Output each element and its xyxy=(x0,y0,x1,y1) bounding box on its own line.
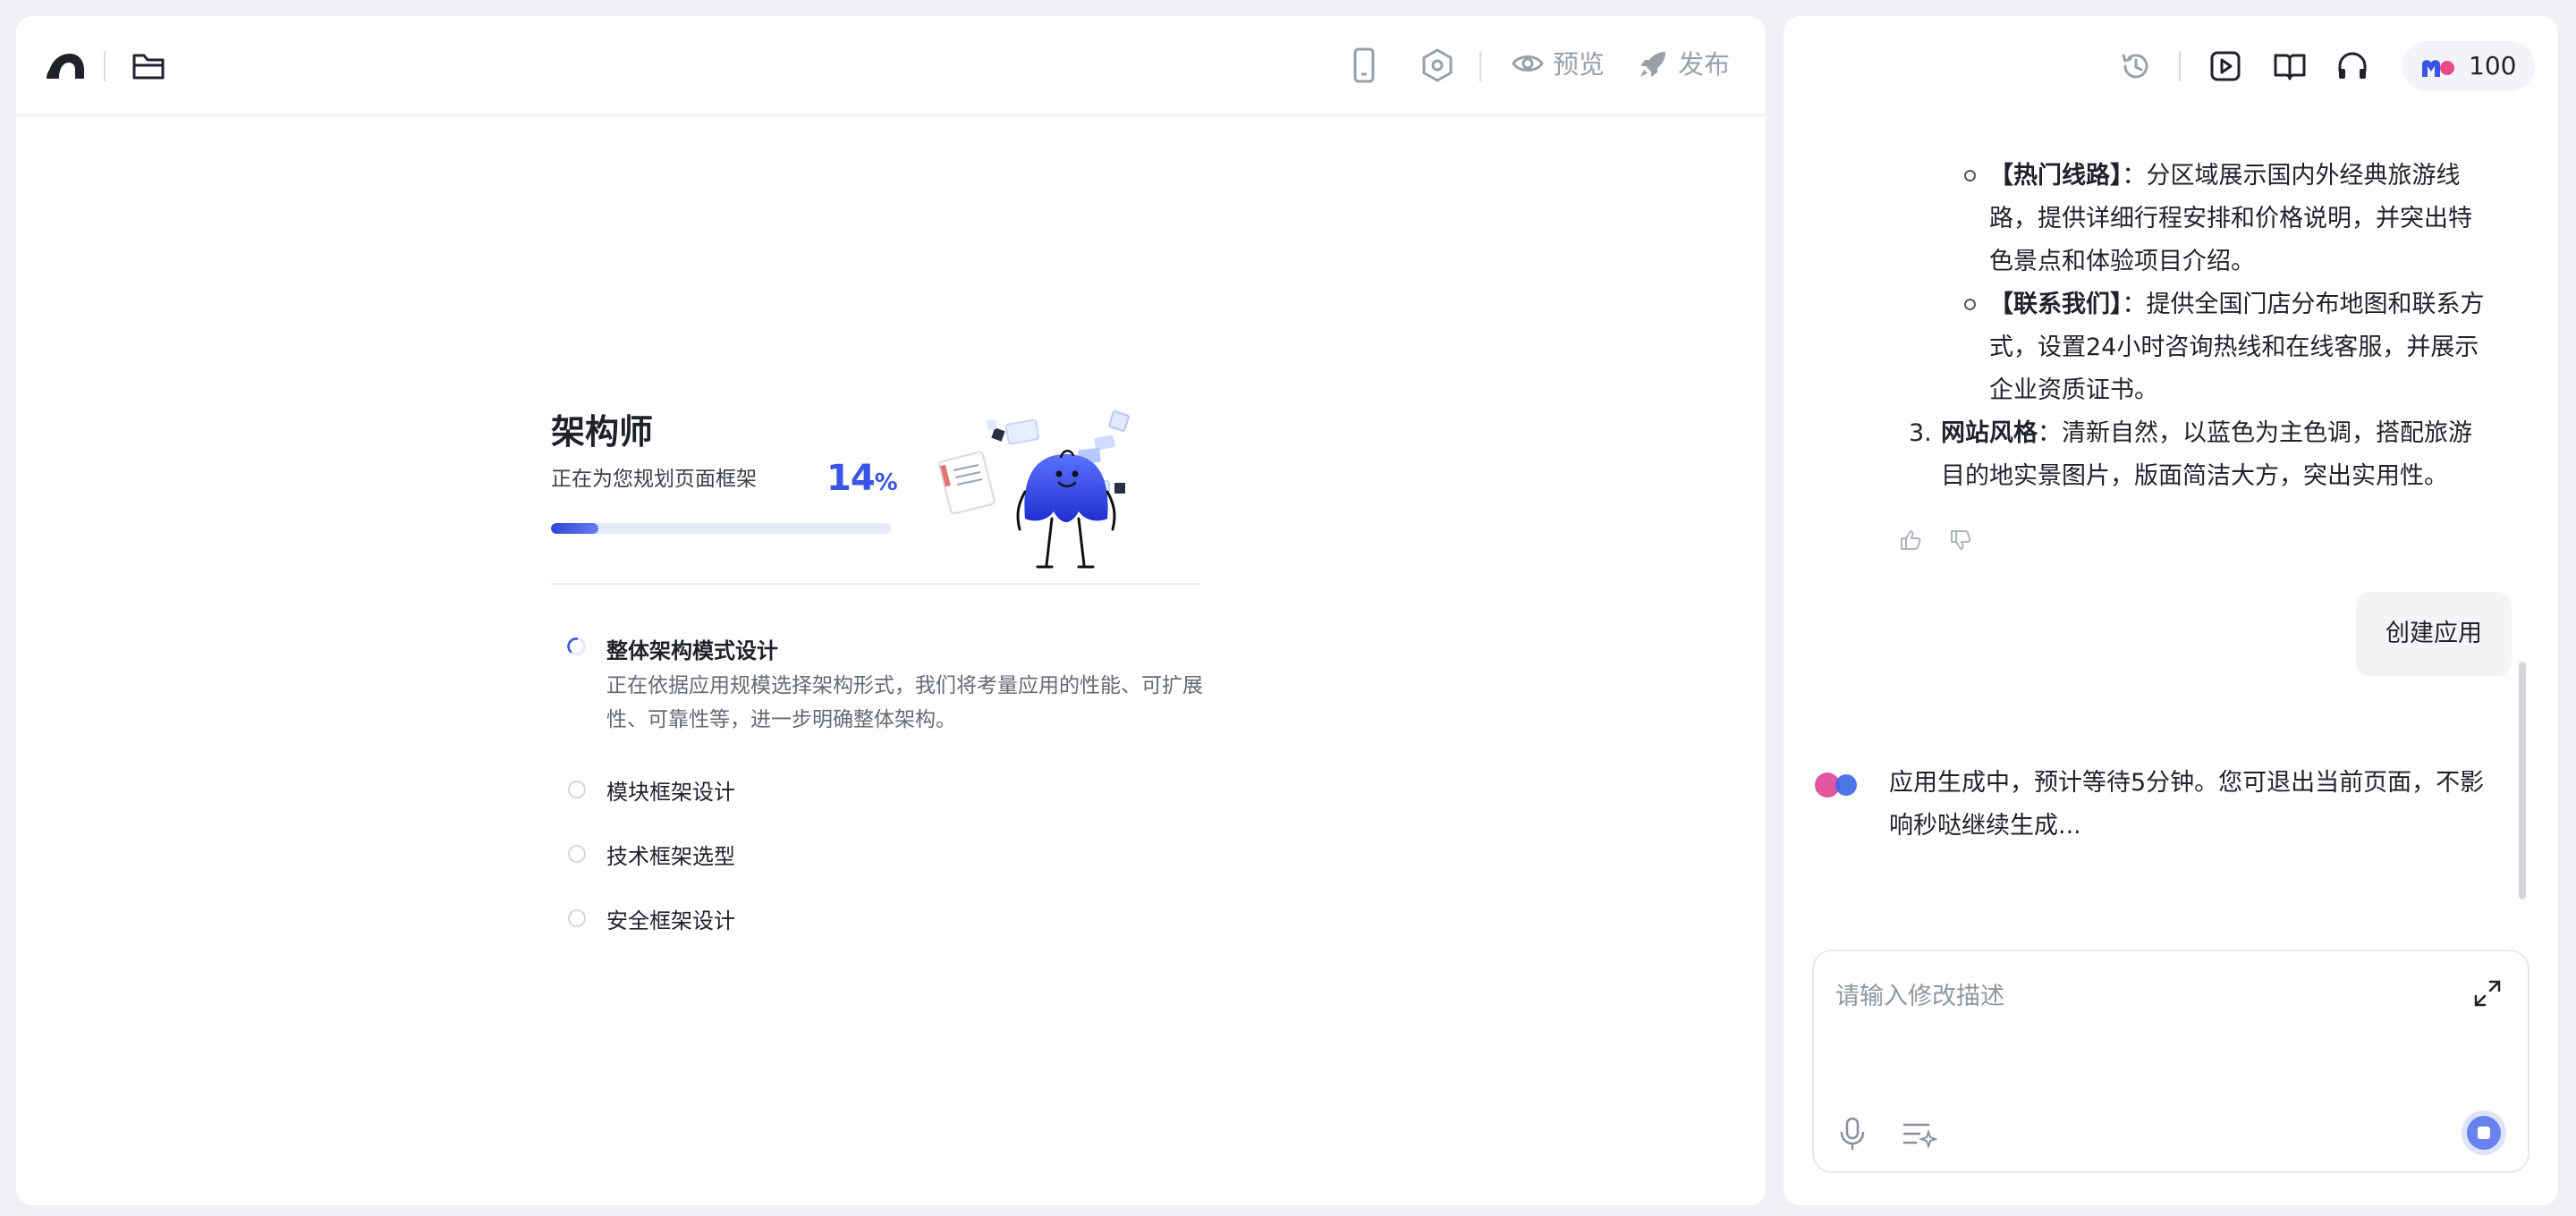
chat-numbered-item-style: 网站风格：清新自然，以蓝色为主色调，搭配旅游 目的地实景图片，版面简洁大方，突出… xyxy=(1941,412,2522,498)
stop-inner-circle xyxy=(2467,1116,2501,1150)
prompt-list-icon[interactable] xyxy=(1902,1119,1937,1150)
progress-card-title: 架构师 xyxy=(551,412,654,452)
chat-bold-label: 【热门线路】 xyxy=(1989,162,2123,190)
left-toolbar: 预览 发布 xyxy=(16,16,1766,116)
chat-line: 路，提供详细行程安排和价格说明，并突出特 xyxy=(1989,205,2472,232)
chat-line-text: ：分区域展示国内外经典旅游线 xyxy=(2122,162,2461,190)
toolbar-divider xyxy=(104,51,106,81)
chat-line-text: ：清新自然，以蓝色为主色调，搭配旅游 xyxy=(2038,419,2472,447)
history-icon[interactable] xyxy=(2118,48,2154,84)
step-description-architecture: 正在依据应用规模选择架构形式，我们将考量应用的性能、可扩展性、可靠性等，进一步明… xyxy=(606,674,1203,731)
preview-button[interactable]: 预览 xyxy=(1553,46,1605,82)
step-pending-indicator xyxy=(568,909,586,927)
chat-line: 目的地实景图片，版面简洁大方，突出实用性。 xyxy=(1941,462,2448,490)
user-message-bubble: 创建应用 xyxy=(2356,592,2512,676)
chat-bold-label: 【联系我们】 xyxy=(1989,291,2123,318)
headphones-icon[interactable] xyxy=(2334,48,2370,84)
step-pending-indicator xyxy=(568,781,586,798)
chat-line-text: ：提供全国门店分布地图和联系方 xyxy=(2122,291,2485,318)
chat-line: 式，设置24小时咨询热线和在线客服，并展示 xyxy=(1989,334,2479,361)
chat-bold-label: 网站风格 xyxy=(1941,419,2038,447)
mobile-device-icon[interactable] xyxy=(1351,46,1377,84)
credits-count: 100 xyxy=(2469,51,2517,80)
expand-icon[interactable] xyxy=(2472,978,2503,1009)
step-pending-indicator xyxy=(568,845,586,863)
toolbar-divider xyxy=(2179,51,2181,81)
stop-generation-button[interactable] xyxy=(2462,1110,2506,1155)
step-label-module: 模块框架设计 xyxy=(606,780,735,805)
right-toolbar: 100 xyxy=(1784,16,2558,116)
chat-line: 【热门线路】：分区域展示国内外经典旅游线 xyxy=(1989,155,2526,198)
rocket-icon[interactable] xyxy=(1637,48,1669,80)
step-label-tech: 技术框架选型 xyxy=(606,844,735,869)
chat-sub-item-routes: 【热门线路】：分区域展示国内外经典旅游线 路，提供详细行程安排和价格说明，并突出… xyxy=(1989,155,2526,283)
chat-scrollbar[interactable] xyxy=(2519,662,2526,899)
microphone-icon[interactable] xyxy=(1837,1116,1868,1152)
editor-panel: 预览 发布 xyxy=(16,16,1766,1205)
chat-line: 色景点和体验项目介绍。 xyxy=(1989,248,2255,275)
settings-icon[interactable] xyxy=(1419,46,1456,84)
chat-line: 网站风格：清新自然，以蓝色为主色调，搭配旅游 xyxy=(1941,412,2522,455)
play-video-icon[interactable] xyxy=(2207,48,2243,84)
chat-line: 【联系我们】：提供全国门店分布地图和联系方 xyxy=(1989,283,2526,326)
chat-line: 应用生成中，预计等待5分钟。您可退出当前页面，不影 xyxy=(1889,769,2485,797)
progress-percent-value: 14 xyxy=(826,458,876,499)
bot-avatar-icon xyxy=(1815,773,1857,798)
bot-message: 应用生成中，预计等待5分钟。您可退出当前页面，不影 响秒哒继续生成... xyxy=(1889,762,2515,848)
step-label-architecture: 整体架构模式设计 xyxy=(606,638,778,663)
thumbs-down-icon[interactable] xyxy=(1948,528,1973,553)
app-logo-icon[interactable] xyxy=(45,50,86,82)
progress-bar xyxy=(551,523,891,534)
chat-sub-item-contact: 【联系我们】：提供全国门店分布地图和联系方 式，设置24小时咨询热线和在线客服，… xyxy=(1989,283,2526,412)
loading-spinner-icon xyxy=(567,638,586,655)
chat-line: 响秒哒继续生成... xyxy=(1889,812,2081,840)
progress-card-divider xyxy=(551,583,1200,585)
toolbar-divider xyxy=(1479,51,1481,81)
chat-line: 企业资质证书。 xyxy=(1989,376,2158,404)
thumbs-up-icon[interactable] xyxy=(1898,528,1923,553)
bullet-marker xyxy=(1964,170,1976,182)
publish-button[interactable]: 发布 xyxy=(1678,46,1730,82)
progress-percent-sign: % xyxy=(874,469,898,496)
chat-list-number: 3. xyxy=(1909,419,1932,447)
progress-bar-fill xyxy=(551,523,599,534)
eye-icon[interactable] xyxy=(1512,50,1544,77)
user-message-text: 创建应用 xyxy=(2385,620,2482,647)
folder-icon[interactable] xyxy=(131,48,166,82)
progress-card-subtitle: 正在为您规划页面框架 xyxy=(551,468,757,491)
progress-percent: 14% xyxy=(826,458,898,499)
bullet-marker xyxy=(1964,299,1976,310)
modify-input-box[interactable]: 请输入修改描述 xyxy=(1812,950,2529,1173)
modify-input-placeholder[interactable]: 请输入修改描述 xyxy=(1835,976,2004,1011)
architect-mascot-illustration xyxy=(938,410,1130,569)
stop-square-icon xyxy=(2478,1127,2490,1139)
credits-logo-icon xyxy=(2422,60,2454,77)
step-label-security: 安全框架设计 xyxy=(606,908,735,933)
book-icon[interactable] xyxy=(2272,48,2308,84)
credits-badge[interactable]: 100 xyxy=(2402,41,2535,91)
